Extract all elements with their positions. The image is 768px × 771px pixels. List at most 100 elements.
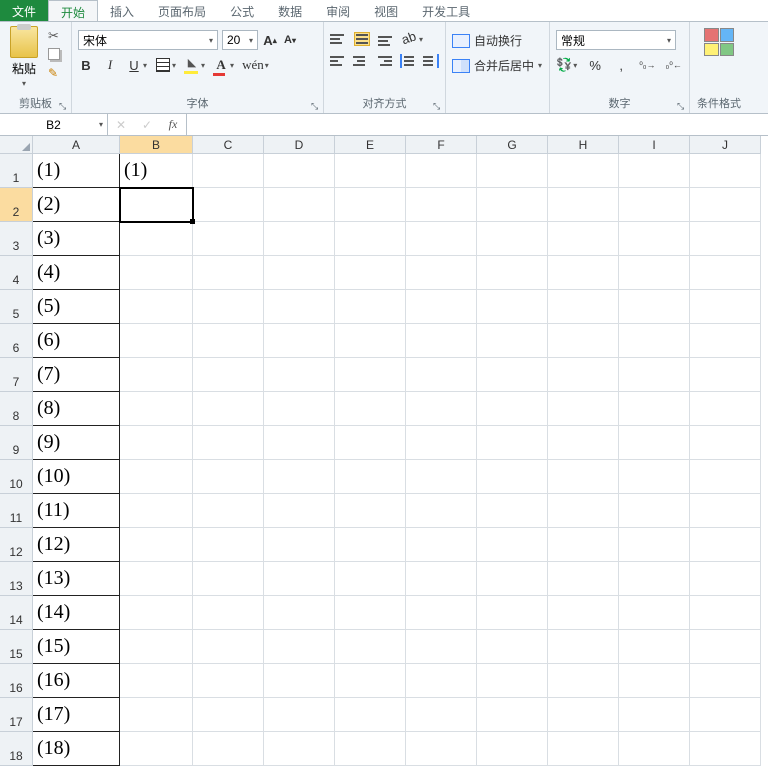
cell-C2[interactable]: [193, 188, 264, 222]
cell-I8[interactable]: [619, 392, 690, 426]
cell-G8[interactable]: [477, 392, 548, 426]
column-header-H[interactable]: H: [548, 136, 619, 154]
cell-D5[interactable]: [264, 290, 335, 324]
cell-F4[interactable]: [406, 256, 477, 290]
cell-J5[interactable]: [690, 290, 761, 324]
tab-data[interactable]: 数据: [266, 0, 314, 21]
align-middle-icon[interactable]: [354, 32, 370, 46]
formula-input[interactable]: [187, 114, 768, 135]
cell-D10[interactable]: [264, 460, 335, 494]
cell-H12[interactable]: [548, 528, 619, 562]
cell-C8[interactable]: [193, 392, 264, 426]
align-left-icon[interactable]: [330, 54, 345, 68]
cell-G10[interactable]: [477, 460, 548, 494]
cell-I13[interactable]: [619, 562, 690, 596]
cell-I7[interactable]: [619, 358, 690, 392]
name-box[interactable]: B2 ▾: [0, 114, 108, 135]
cell-I2[interactable]: [619, 188, 690, 222]
cell-I4[interactable]: [619, 256, 690, 290]
cell-D1[interactable]: [264, 154, 335, 188]
comma-icon[interactable]: ,: [613, 56, 629, 74]
cell-D14[interactable]: [264, 596, 335, 630]
tab-file[interactable]: 文件: [0, 0, 48, 21]
dialog-launcher-icon[interactable]: ⤡: [59, 101, 69, 111]
cell-E2[interactable]: [335, 188, 406, 222]
chevron-down-icon[interactable]: ▾: [230, 61, 234, 70]
cell-E17[interactable]: [335, 698, 406, 732]
number-format-select[interactable]: 常规 ▾: [556, 30, 676, 50]
dialog-launcher-icon[interactable]: ⤡: [433, 101, 443, 111]
cell-E12[interactable]: [335, 528, 406, 562]
chevron-down-icon[interactable]: ▾: [265, 61, 269, 70]
cell-E8[interactable]: [335, 392, 406, 426]
row-header-12[interactable]: 12: [0, 528, 33, 562]
chevron-down-icon[interactable]: ▾: [143, 61, 147, 70]
cell-C16[interactable]: [193, 664, 264, 698]
cell-F3[interactable]: [406, 222, 477, 256]
italic-button[interactable]: I: [102, 56, 118, 74]
cell-I16[interactable]: [619, 664, 690, 698]
cell-E7[interactable]: [335, 358, 406, 392]
cell-C9[interactable]: [193, 426, 264, 460]
cell-C13[interactable]: [193, 562, 264, 596]
cell-J10[interactable]: [690, 460, 761, 494]
row-header-2[interactable]: 2: [0, 188, 33, 222]
cell-J1[interactable]: [690, 154, 761, 188]
cell-E13[interactable]: [335, 562, 406, 596]
increase-indent-icon[interactable]: [423, 54, 439, 68]
cell-E6[interactable]: [335, 324, 406, 358]
merge-center-button[interactable]: 合并后居中 ▾: [452, 57, 543, 74]
cell-D16[interactable]: [264, 664, 335, 698]
cell-A1[interactable]: (1): [33, 154, 120, 188]
cell-H7[interactable]: [548, 358, 619, 392]
cell-E11[interactable]: [335, 494, 406, 528]
cell-A2[interactable]: (2): [33, 188, 120, 222]
cell-A9[interactable]: (9): [33, 426, 120, 460]
cell-A13[interactable]: (13): [33, 562, 120, 596]
cell-G14[interactable]: [477, 596, 548, 630]
cell-G15[interactable]: [477, 630, 548, 664]
row-header-9[interactable]: 9: [0, 426, 33, 460]
cell-D6[interactable]: [264, 324, 335, 358]
cell-J12[interactable]: [690, 528, 761, 562]
cell-B11[interactable]: [120, 494, 193, 528]
increase-font-icon[interactable]: A▴: [262, 31, 278, 49]
cell-J6[interactable]: [690, 324, 761, 358]
cell-J13[interactable]: [690, 562, 761, 596]
cell-G11[interactable]: [477, 494, 548, 528]
cell-J18[interactable]: [690, 732, 761, 766]
cell-B8[interactable]: [120, 392, 193, 426]
cell-H13[interactable]: [548, 562, 619, 596]
cell-B17[interactable]: [120, 698, 193, 732]
cell-B2[interactable]: [120, 188, 193, 222]
cell-D12[interactable]: [264, 528, 335, 562]
row-header-16[interactable]: 16: [0, 664, 33, 698]
cell-H10[interactable]: [548, 460, 619, 494]
cell-J14[interactable]: [690, 596, 761, 630]
cell-F1[interactable]: [406, 154, 477, 188]
cell-D2[interactable]: [264, 188, 335, 222]
cell-G5[interactable]: [477, 290, 548, 324]
cell-G9[interactable]: [477, 426, 548, 460]
cell-D13[interactable]: [264, 562, 335, 596]
cell-A17[interactable]: (17): [33, 698, 120, 732]
cell-B1[interactable]: (1): [120, 154, 193, 188]
cell-I6[interactable]: [619, 324, 690, 358]
cell-A3[interactable]: (3): [33, 222, 120, 256]
cell-F11[interactable]: [406, 494, 477, 528]
cell-C18[interactable]: [193, 732, 264, 766]
cell-H4[interactable]: [548, 256, 619, 290]
cell-I18[interactable]: [619, 732, 690, 766]
cell-A10[interactable]: (10): [33, 460, 120, 494]
select-all-corner[interactable]: [0, 136, 33, 154]
decrease-font-icon[interactable]: A▾: [282, 31, 298, 49]
cell-C3[interactable]: [193, 222, 264, 256]
column-header-C[interactable]: C: [193, 136, 264, 154]
conditional-format-icon[interactable]: [704, 28, 734, 56]
fx-icon[interactable]: fx: [160, 114, 186, 135]
cell-A14[interactable]: (14): [33, 596, 120, 630]
cell-J3[interactable]: [690, 222, 761, 256]
cell-A16[interactable]: (16): [33, 664, 120, 698]
cell-H15[interactable]: [548, 630, 619, 664]
cell-G12[interactable]: [477, 528, 548, 562]
